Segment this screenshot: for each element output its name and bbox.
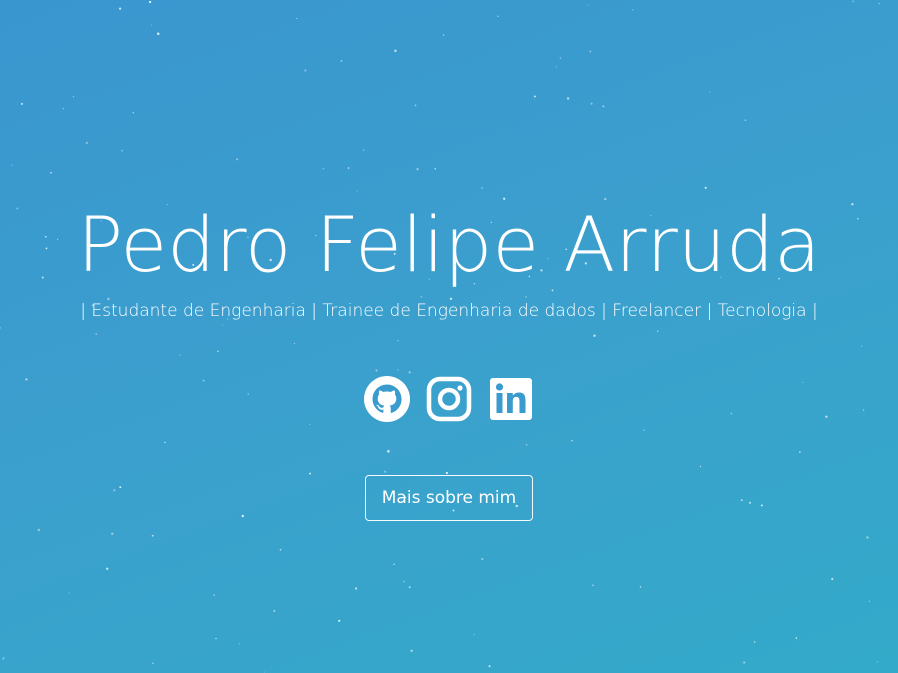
star xyxy=(866,536,869,539)
star xyxy=(85,141,88,145)
star xyxy=(338,619,341,622)
star xyxy=(322,168,325,170)
hero-tagline: | Estudante de Engenharia | Trainee de E… xyxy=(80,301,818,321)
star xyxy=(236,158,239,161)
star xyxy=(639,586,642,588)
instagram-icon xyxy=(426,376,472,422)
star xyxy=(753,641,756,643)
about-me-button[interactable]: Mais sobre mim xyxy=(364,475,534,521)
cta-wrapper: Mais sobre mim xyxy=(0,475,898,521)
star xyxy=(831,577,834,581)
star xyxy=(434,167,437,170)
github-icon xyxy=(364,376,410,422)
star xyxy=(408,586,411,589)
star xyxy=(878,2,880,5)
star xyxy=(589,50,592,53)
star xyxy=(106,567,109,570)
star xyxy=(416,167,419,171)
star xyxy=(213,594,216,596)
star xyxy=(709,91,711,93)
star xyxy=(414,104,417,107)
star xyxy=(2,657,5,660)
star xyxy=(488,665,491,668)
star xyxy=(362,149,365,152)
star xyxy=(481,557,484,561)
star xyxy=(273,609,276,612)
star xyxy=(602,105,605,108)
star xyxy=(632,9,634,11)
star xyxy=(442,34,445,36)
star xyxy=(481,187,483,189)
hero-name: Pedro Felipe Arruda xyxy=(77,200,821,289)
star xyxy=(279,548,282,551)
star xyxy=(11,164,13,166)
star xyxy=(559,57,562,59)
star xyxy=(393,563,395,566)
star xyxy=(263,671,265,673)
star xyxy=(148,0,152,4)
star xyxy=(68,592,70,594)
star xyxy=(356,190,358,192)
linkedin-link[interactable] xyxy=(487,375,535,423)
star xyxy=(394,49,397,53)
star xyxy=(72,96,75,98)
star xyxy=(215,637,217,640)
star xyxy=(152,662,154,665)
star xyxy=(150,24,153,26)
star xyxy=(238,643,241,645)
star xyxy=(852,0,854,2)
star xyxy=(296,17,298,20)
star xyxy=(403,580,405,583)
star xyxy=(533,95,536,98)
star xyxy=(555,66,557,68)
star xyxy=(132,111,135,114)
star xyxy=(151,534,154,537)
hero-section: Pedro Felipe Arruda | Estudante de Engen… xyxy=(0,0,898,673)
star xyxy=(347,167,350,169)
star xyxy=(592,584,594,586)
star xyxy=(876,661,879,663)
star xyxy=(868,600,871,602)
star xyxy=(355,587,358,590)
star xyxy=(62,108,64,110)
star xyxy=(119,7,122,10)
instagram-link[interactable] xyxy=(425,375,473,423)
star xyxy=(473,634,475,636)
hero-content: Pedro Felipe Arruda | Estudante de Engen… xyxy=(0,195,898,521)
star xyxy=(20,102,23,105)
star xyxy=(304,69,307,72)
star xyxy=(795,637,798,639)
github-link[interactable] xyxy=(363,375,411,423)
star xyxy=(590,102,593,105)
star xyxy=(704,186,707,189)
star xyxy=(121,149,123,152)
star xyxy=(37,528,41,532)
star xyxy=(111,532,114,536)
social-links xyxy=(0,375,898,423)
star xyxy=(497,15,499,17)
star xyxy=(743,661,746,664)
star xyxy=(566,97,570,100)
star xyxy=(744,119,747,121)
star xyxy=(587,4,589,6)
star xyxy=(156,32,160,35)
star xyxy=(50,171,52,174)
linkedin-icon xyxy=(490,378,532,420)
star xyxy=(340,59,343,62)
star xyxy=(410,649,413,653)
